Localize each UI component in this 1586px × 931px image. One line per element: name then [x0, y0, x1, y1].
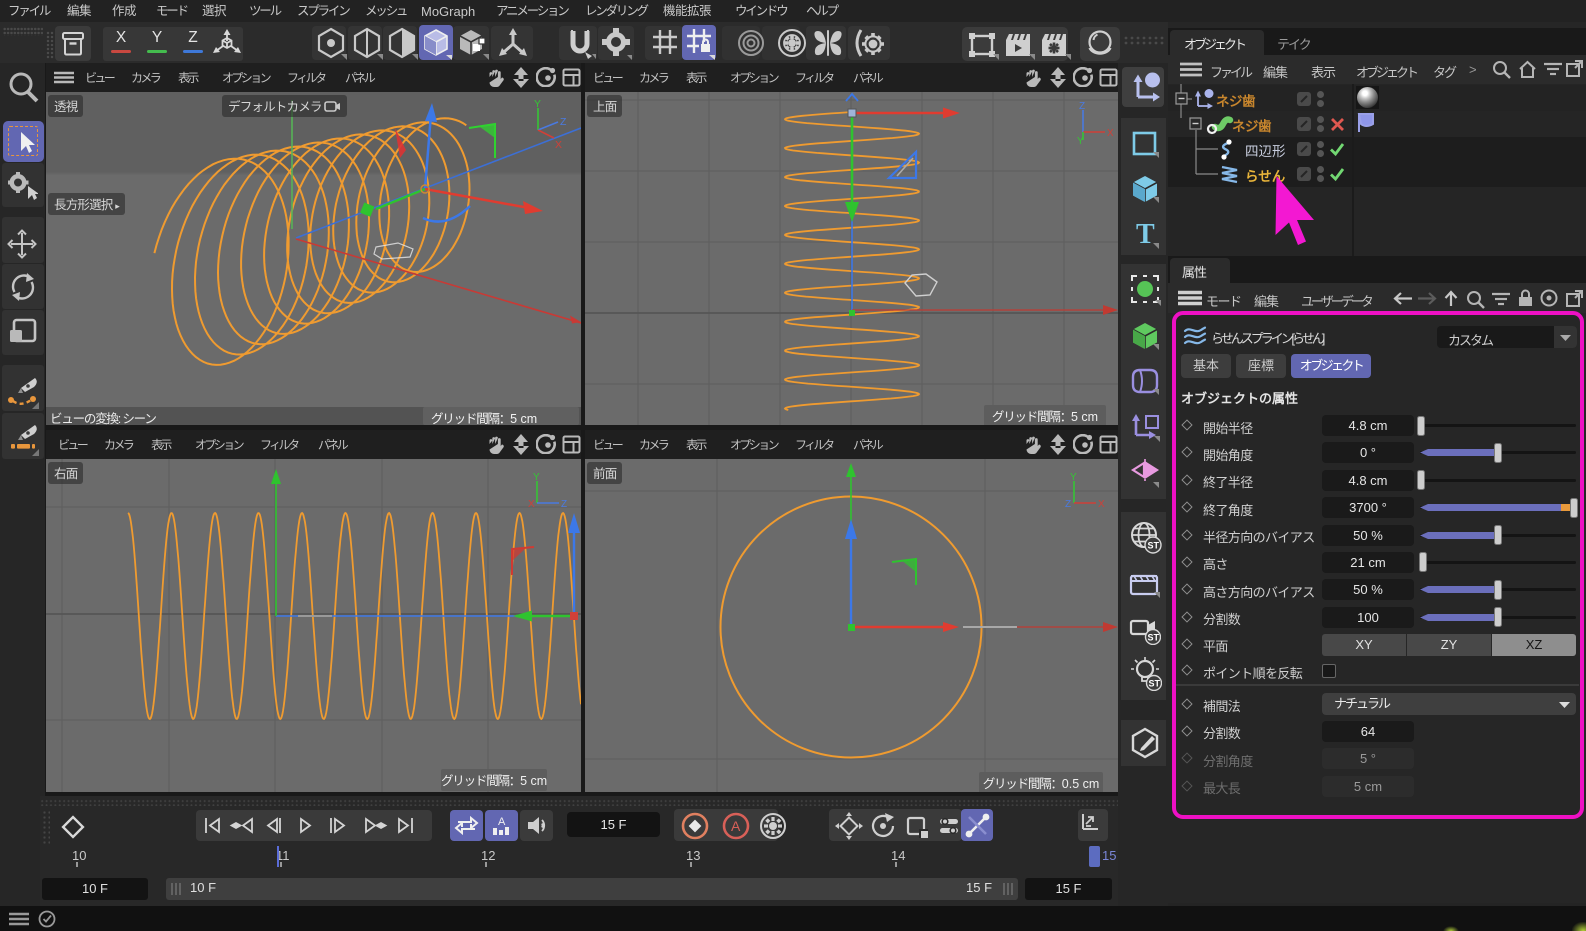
- svg-text:X: X: [528, 499, 535, 510]
- svg-text:Z: Z: [1065, 499, 1071, 510]
- svg-text:X: X: [555, 139, 562, 148]
- svg-text:Z: Z: [1079, 101, 1085, 112]
- svg-text:X: X: [1107, 128, 1113, 139]
- svg-text:Y: Y: [1077, 136, 1084, 144]
- svg-text:T: T: [1136, 219, 1155, 249]
- svg-text:Z: Z: [560, 116, 567, 128]
- svg-text:Z: Z: [561, 499, 567, 510]
- svg-text:ST: ST: [1149, 679, 1161, 689]
- svg-text:ST: ST: [1148, 541, 1160, 551]
- svg-text:Y: Y: [534, 98, 541, 110]
- svg-text:A: A: [731, 818, 741, 834]
- svg-text:Y: Y: [533, 472, 540, 483]
- svg-text:ST: ST: [1148, 633, 1160, 643]
- svg-text:Y: Y: [1070, 472, 1077, 483]
- svg-text:X: X: [1098, 499, 1105, 510]
- svg-text:A: A: [498, 816, 506, 828]
